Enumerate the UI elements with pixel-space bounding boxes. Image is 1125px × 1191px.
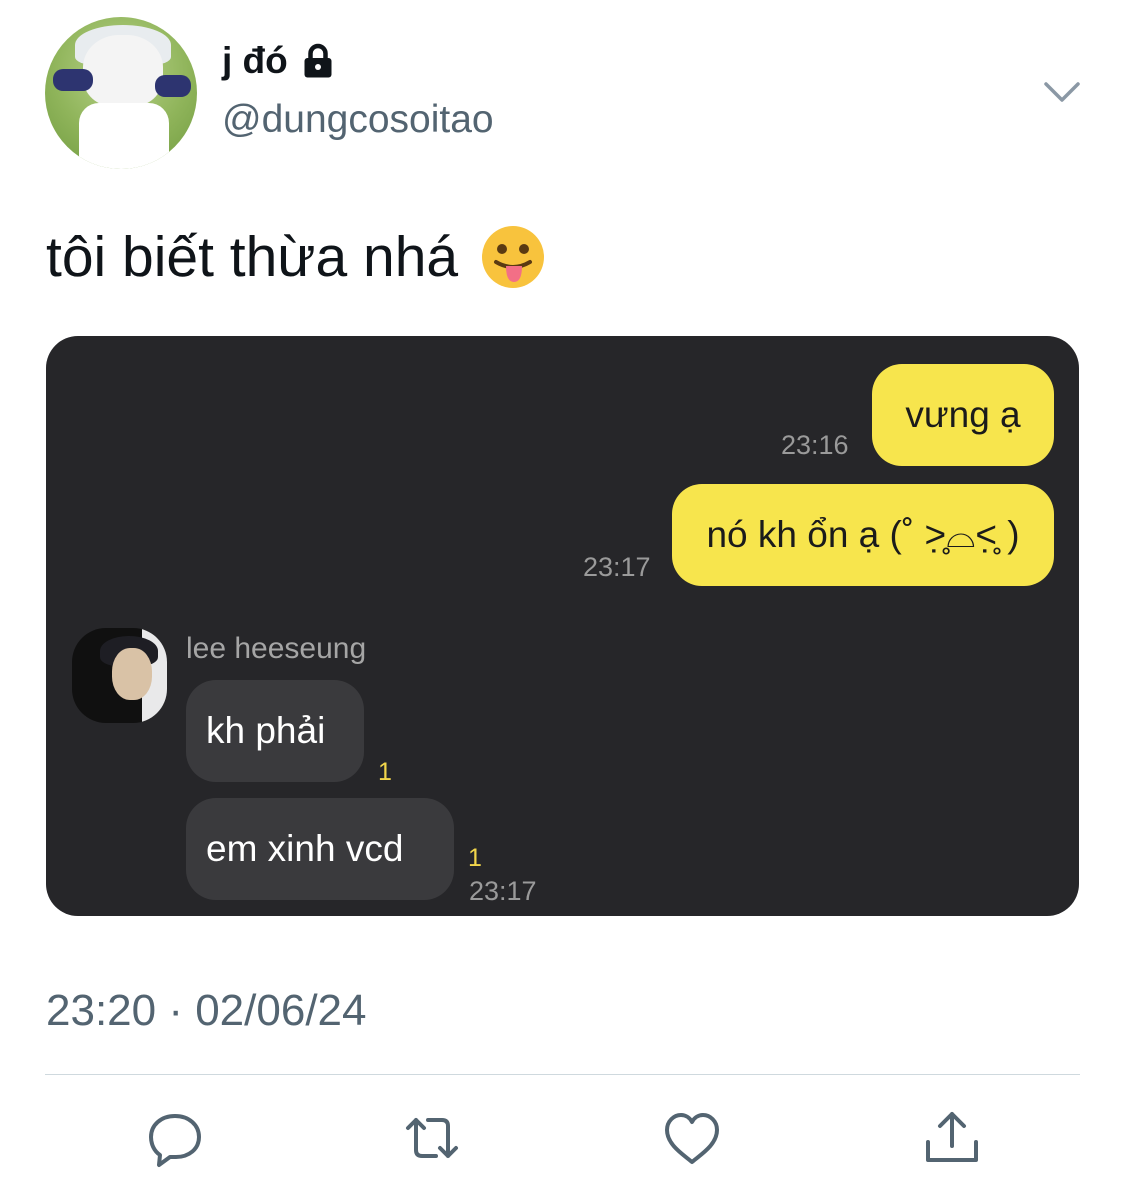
avatar-face [112, 648, 152, 700]
reply-button[interactable] [145, 1108, 205, 1168]
lock-icon [304, 43, 332, 77]
message-time: 23:17 [583, 552, 651, 582]
received-message-text: em xinh vcd [206, 828, 404, 869]
author-avatar[interactable] [45, 17, 197, 169]
avatar-arm [53, 69, 93, 91]
tweet-text-row: tôi biết thừa nhá [46, 222, 546, 292]
received-message-text: kh phải [206, 710, 326, 751]
like-button[interactable] [662, 1108, 722, 1168]
message-time: 23:17 [469, 876, 537, 906]
message-time: 23:16 [781, 430, 849, 460]
avatar-body [79, 103, 169, 169]
share-button[interactable] [922, 1108, 982, 1168]
reply-icon [149, 1114, 201, 1167]
tweet-timestamp[interactable]: 23:20 · 02/06/24 [46, 986, 366, 1036]
tweet-text: tôi biết thừa nhá [46, 225, 459, 289]
friend-avatar[interactable] [72, 628, 167, 723]
author-display-name[interactable]: j đó [222, 42, 288, 79]
share-icon [926, 1112, 978, 1162]
sender-name: lee heeseung [186, 632, 367, 665]
sent-message-text: vưng ạ [905, 394, 1021, 435]
avatar-arm [155, 75, 191, 97]
chevron-down-icon[interactable] [1043, 78, 1081, 106]
received-message-bubble: em xinh vcd [186, 798, 454, 900]
retweet-icon [406, 1118, 458, 1158]
retweet-button[interactable] [402, 1108, 462, 1168]
unread-count: 1 [378, 758, 392, 786]
chat-screenshot[interactable]: vưng ạ 23:16 nó kh ổn ạ (˚ ˃̣̣̥⌓˂̣̣̥ ) 2… [46, 336, 1079, 916]
tongue-emoji [482, 226, 545, 288]
author-name-row[interactable]: j đó [222, 42, 336, 79]
avatar-head [83, 35, 163, 107]
like-icon [665, 1113, 719, 1164]
sent-message-text: nó kh ổn ạ (˚ ˃̣̣̥⌓˂̣̣̥ ) [706, 513, 1020, 555]
divider [45, 1074, 1080, 1075]
sent-message-bubble: nó kh ổn ạ (˚ ˃̣̣̥⌓˂̣̣̥ ) [672, 484, 1054, 586]
sent-message-bubble: vưng ạ [872, 364, 1054, 466]
unread-count: 1 [468, 844, 482, 872]
received-message-bubble: kh phải [186, 680, 364, 782]
author-handle[interactable]: @dungcosoitao [222, 100, 494, 139]
